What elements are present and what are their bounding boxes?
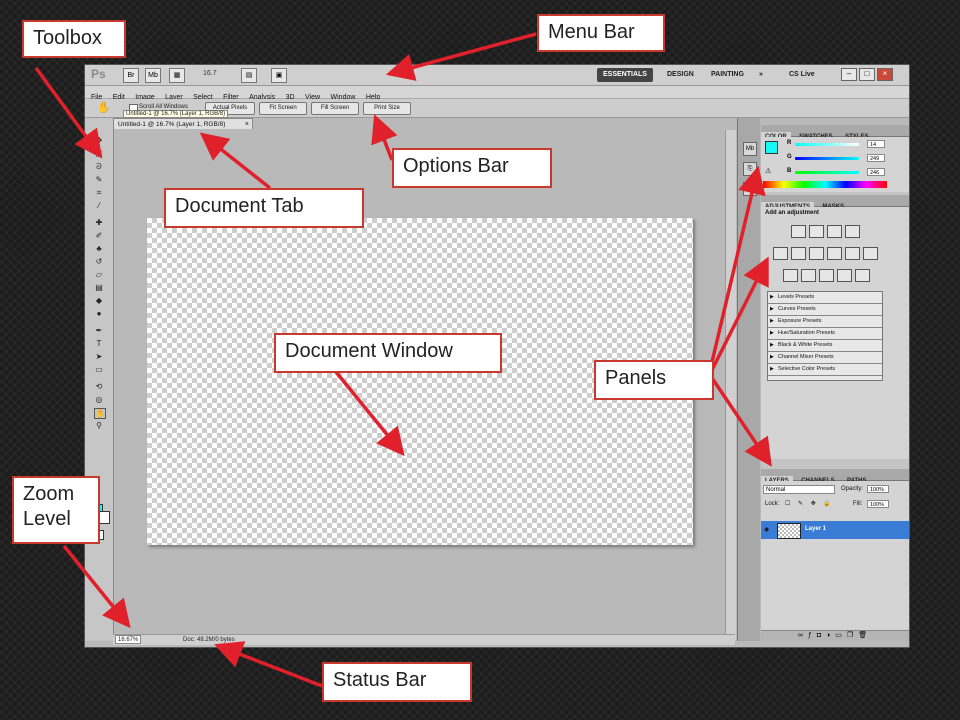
callout-toolbox: Toolbox: [22, 20, 126, 58]
document-tab-arrow: [199, 132, 272, 190]
callout-menu-bar: Menu Bar: [537, 14, 665, 52]
toolbox-arrow: [34, 66, 103, 159]
callout-document-tab: Document Tab: [164, 188, 364, 228]
zoom-level-arrow: [62, 544, 131, 629]
status-bar-arrow: [214, 641, 323, 688]
callout-zoom-level: Zoom Level: [12, 476, 100, 544]
callout-zoom-level-line1: Zoom: [23, 483, 75, 505]
callout-zoom-level-line2: Level: [23, 508, 71, 530]
document-window-arrow: [334, 370, 405, 457]
callout-document-window: Document Window: [274, 333, 502, 373]
callout-status-bar: Status Bar: [322, 662, 472, 702]
callout-options-bar: Options Bar: [392, 148, 552, 188]
menu-bar-arrow: [385, 32, 537, 81]
panels-arrow-bottom: [710, 377, 772, 467]
panels-arrow-top: [710, 165, 766, 363]
callout-panels: Panels: [594, 360, 714, 400]
panels-arrow-middle: [710, 256, 769, 371]
options-bar-arrow: [371, 114, 398, 161]
